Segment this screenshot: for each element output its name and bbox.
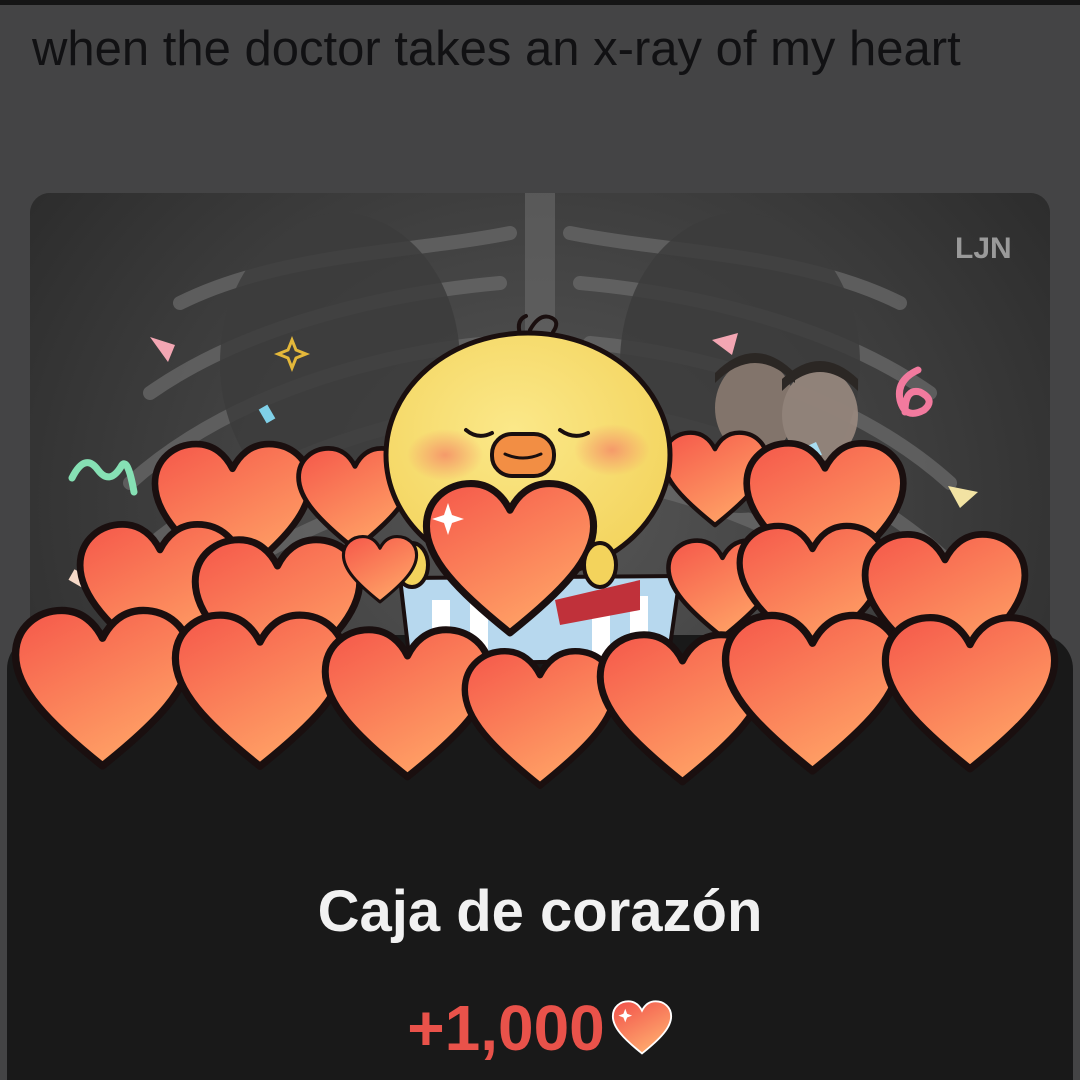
- heart-icon: [611, 1000, 672, 1055]
- post-title: when the doctor takes an x-ray of my hea…: [32, 22, 961, 76]
- heart-box-illustration: [0, 290, 1080, 810]
- reward-amount-text: +1,000: [407, 992, 605, 1064]
- reward-title: Caja de corazón: [317, 879, 763, 944]
- top-status-strip: [0, 0, 1080, 5]
- reward-amount: +1,000: [0, 988, 1080, 1068]
- watermark-text: LJN: [955, 232, 1012, 265]
